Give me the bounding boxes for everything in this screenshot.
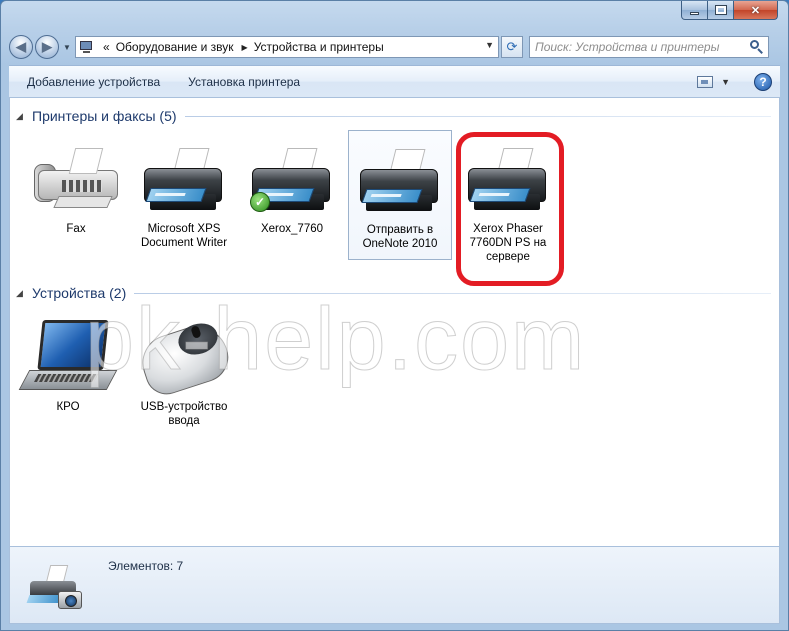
help-icon[interactable]: ?	[754, 72, 772, 91]
breadcrumb-hardware-sound[interactable]: Оборудование и звук	[116, 40, 234, 54]
add-device-button[interactable]: Добавление устройства	[9, 75, 174, 89]
printer-icon: ✓	[250, 146, 334, 218]
printer-icon	[142, 146, 226, 218]
explorer-window: ✕ ◀ ▶ ▼ « Оборудование и звук ▶ Устройст…	[0, 0, 789, 631]
forward-arrow-icon: ▶	[42, 39, 52, 54]
device-label: КРО	[56, 401, 80, 413]
navigation-bar: ◀ ▶ ▼ « Оборудование и звук ▶ Устройства…	[9, 34, 778, 60]
devices-content-pane: ◢ Принтеры и факсы (5) Fax Microsoft XPS…	[9, 98, 780, 546]
collapse-triangle-icon[interactable]: ◢	[16, 111, 30, 122]
group-divider	[184, 115, 771, 117]
group-header-devices[interactable]: ◢ Устройства (2)	[10, 283, 779, 303]
breadcrumb-devices-printers[interactable]: Устройства и принтеры	[254, 40, 384, 54]
maximize-button[interactable]	[708, 1, 734, 20]
device-label: Xerox_7760	[260, 223, 324, 235]
device-usb-input[interactable]: USB-устройство ввода	[132, 318, 236, 428]
address-overflow[interactable]: «	[103, 40, 110, 54]
command-bar: Добавление устройства Установка принтера…	[9, 65, 780, 98]
details-pane: Элементов: 7	[9, 546, 780, 624]
group-divider	[134, 292, 771, 294]
forward-button[interactable]: ▶	[35, 35, 59, 59]
device-label: Отправить в OneNote 2010	[362, 224, 438, 250]
search-icon[interactable]	[750, 40, 764, 54]
minimize-button[interactable]	[681, 1, 708, 20]
back-button[interactable]: ◀	[9, 35, 33, 59]
highlight-annotation	[456, 132, 564, 286]
collapse-triangle-icon[interactable]: ◢	[16, 288, 30, 299]
view-options-dropdown-icon[interactable]: ▼	[721, 77, 730, 87]
devices-printers-icon	[26, 559, 90, 619]
address-bar[interactable]: « Оборудование и звук ▶ Устройства и при…	[75, 36, 499, 58]
default-printer-check-icon: ✓	[250, 192, 270, 212]
mouse-icon	[134, 318, 235, 400]
fax-icon	[34, 146, 118, 218]
device-xps-writer[interactable]: Microsoft XPS Document Writer	[132, 146, 236, 250]
group-title-devices: Устройства (2)	[32, 285, 127, 301]
close-icon: ✕	[750, 4, 761, 17]
device-label: Microsoft XPS Document Writer	[140, 223, 228, 249]
back-arrow-icon: ◀	[16, 39, 26, 54]
refresh-icon: ⟳	[506, 39, 518, 54]
printer-icon	[358, 147, 442, 219]
control-panel-icon	[79, 40, 97, 54]
minimize-icon	[690, 11, 699, 15]
device-label: Fax	[66, 223, 86, 235]
group-header-printers[interactable]: ◢ Принтеры и факсы (5)	[10, 106, 779, 126]
close-button[interactable]: ✕	[734, 1, 778, 20]
recent-pages-dropdown[interactable]: ▼	[61, 43, 73, 52]
device-label: USB-устройство ввода	[140, 401, 228, 427]
device-xerox-7760[interactable]: ✓ Xerox_7760	[240, 146, 344, 236]
search-placeholder: Поиск: Устройства и принтеры	[535, 40, 720, 54]
caption-buttons: ✕	[681, 1, 778, 20]
item-count: Элементов: 7	[108, 559, 184, 573]
device-computer[interactable]: КРО	[14, 320, 122, 414]
search-input[interactable]: Поиск: Устройства и принтеры	[529, 36, 769, 58]
group-title-printers: Принтеры и факсы (5)	[32, 108, 177, 124]
change-view-icon[interactable]	[697, 75, 714, 88]
add-printer-button[interactable]: Установка принтера	[174, 75, 314, 89]
maximize-icon	[714, 5, 727, 15]
breadcrumb-separator-icon[interactable]: ▶	[242, 43, 248, 52]
device-onenote[interactable]: Отправить в OneNote 2010	[348, 130, 452, 260]
device-fax[interactable]: Fax	[24, 146, 128, 236]
laptop-icon	[18, 320, 118, 396]
address-dropdown-icon[interactable]: ▼	[485, 40, 494, 50]
refresh-button[interactable]: ⟳	[501, 36, 523, 58]
